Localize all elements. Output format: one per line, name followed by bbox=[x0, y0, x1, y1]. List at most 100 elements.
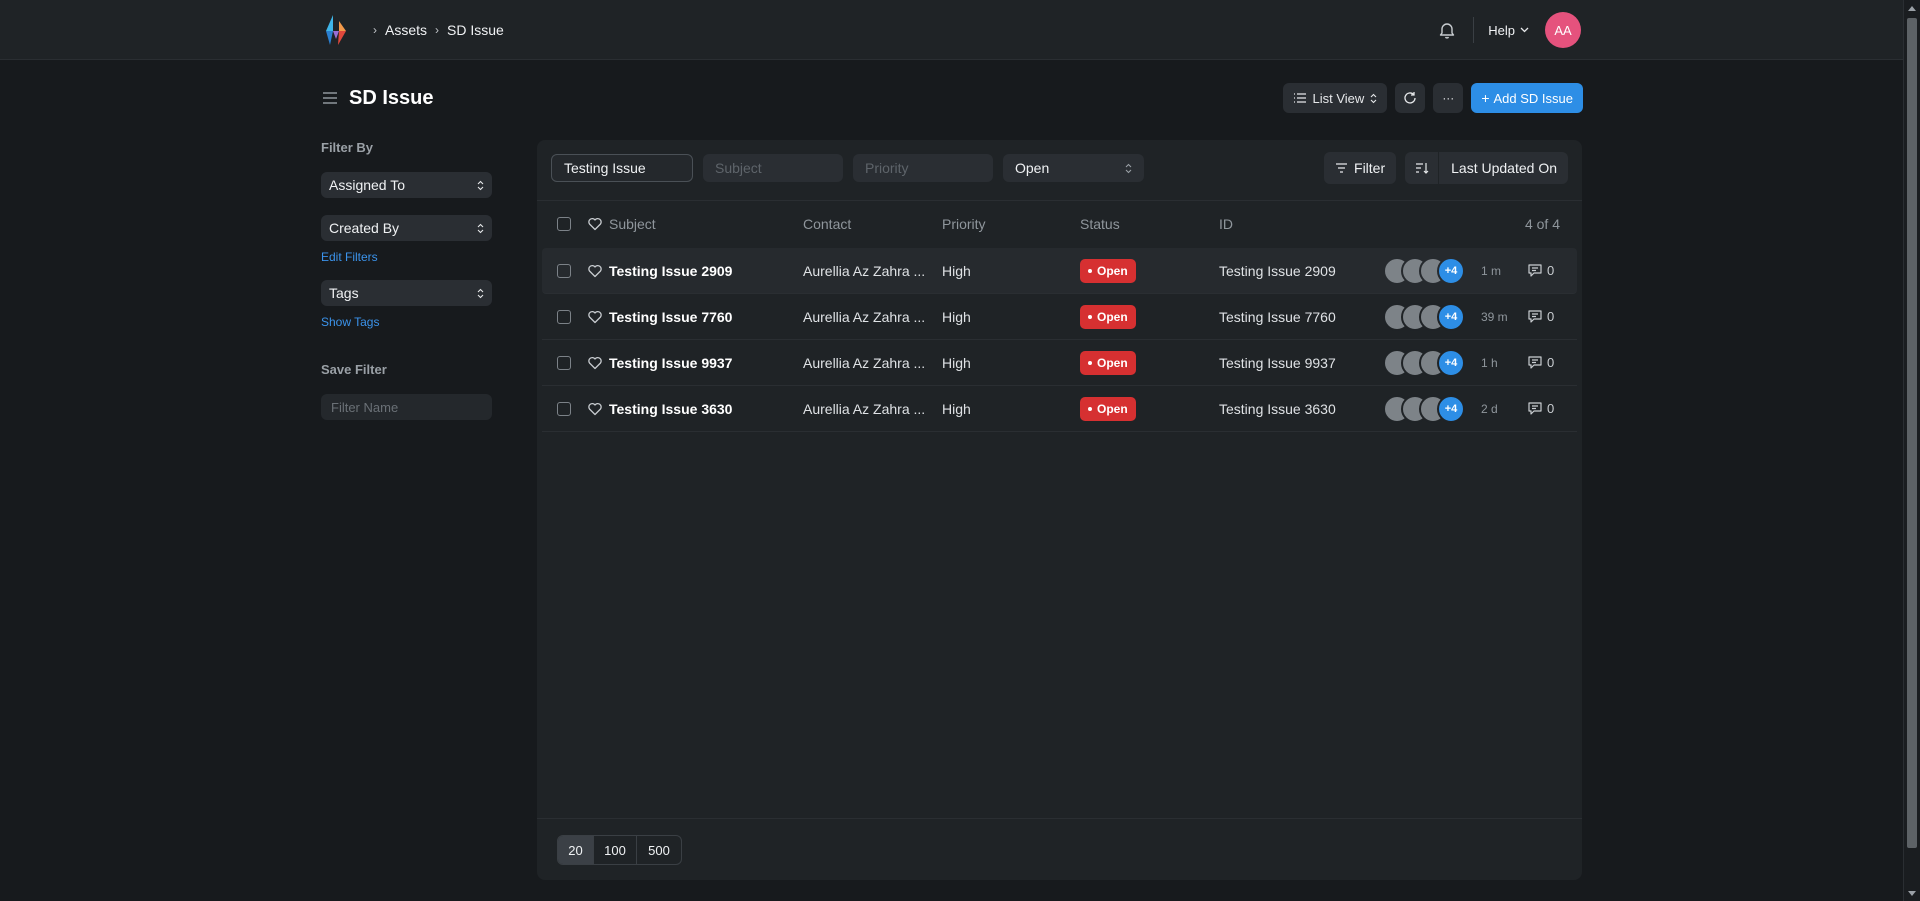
filter-name-input[interactable] bbox=[321, 394, 492, 420]
checkbox-icon bbox=[557, 309, 571, 324]
scroll-down-arrow-icon[interactable] bbox=[1904, 885, 1920, 901]
tags-select[interactable]: Tags bbox=[321, 280, 492, 306]
status-badge: Open bbox=[1080, 350, 1136, 375]
divider bbox=[537, 200, 1582, 201]
comment-count[interactable]: 0 bbox=[1528, 401, 1554, 416]
more-assignees-badge: +4 bbox=[1437, 302, 1465, 331]
row-modified-time: 1 m bbox=[1481, 263, 1502, 278]
comment-count[interactable]: 0 bbox=[1528, 263, 1554, 278]
sort-direction-button[interactable] bbox=[1405, 152, 1440, 184]
status-open-badge: Open bbox=[1080, 304, 1136, 329]
assignee-avatars[interactable]: +4 bbox=[1383, 394, 1465, 423]
checkbox-icon bbox=[557, 355, 571, 370]
filter-row-right: Filter Last Updated On bbox=[1324, 152, 1568, 184]
reload-button[interactable] bbox=[1395, 83, 1426, 113]
select-caret-icon bbox=[477, 288, 484, 298]
status-badge: Open bbox=[1080, 396, 1136, 421]
created-by-select[interactable]: Created By bbox=[321, 215, 492, 241]
status-dot-icon bbox=[1088, 406, 1092, 411]
heart-icon[interactable] bbox=[587, 216, 603, 232]
heart-icon[interactable] bbox=[587, 355, 603, 371]
created-by-label: Created By bbox=[329, 220, 400, 236]
heart-icon[interactable] bbox=[587, 309, 603, 325]
comment-icon bbox=[1528, 402, 1542, 415]
nav-divider bbox=[1473, 17, 1475, 43]
row-subject[interactable]: Testing Issue 9937 bbox=[609, 355, 732, 371]
checkbox-icon bbox=[557, 401, 571, 416]
table-row[interactable]: Testing Issue 2909 Aurellia Az Zahra ...… bbox=[542, 248, 1577, 294]
table-header: Subject Contact Priority Status ID 4 of … bbox=[537, 202, 1582, 246]
row-subject[interactable]: Testing Issue 7760 bbox=[609, 309, 732, 325]
subject-filter-input[interactable] bbox=[703, 154, 843, 182]
status-dot-icon bbox=[1088, 268, 1092, 273]
row-checkbox[interactable] bbox=[557, 401, 571, 416]
heart-icon[interactable] bbox=[587, 401, 603, 417]
sidebar-toggle-icon[interactable] bbox=[321, 89, 339, 107]
priority-filter-input[interactable] bbox=[853, 154, 993, 182]
table-row[interactable]: Testing Issue 7760 Aurellia Az Zahra ...… bbox=[542, 294, 1577, 340]
sidebar: Filter By Assigned To Created By Edit Fi… bbox=[321, 140, 493, 420]
add-sd-issue-button[interactable]: + Add SD Issue bbox=[1471, 83, 1583, 113]
page-size-20-button[interactable]: 20 bbox=[558, 836, 594, 864]
heart-icon[interactable] bbox=[587, 263, 603, 279]
select-all-checkbox[interactable] bbox=[557, 217, 571, 231]
comment-count[interactable]: 0 bbox=[1528, 355, 1554, 370]
edit-filters-link[interactable]: Edit Filters bbox=[321, 250, 493, 264]
assignee-avatars[interactable]: +4 bbox=[1383, 256, 1465, 285]
page-size-100-button[interactable]: 100 bbox=[594, 836, 637, 864]
page-size-500-button[interactable]: 500 bbox=[637, 836, 681, 864]
filter-row: Open Filter Last Updated On bbox=[551, 152, 1568, 184]
navbar-inner: › Assets › SD Issue Help AA bbox=[321, 0, 1581, 60]
select-caret-icon bbox=[477, 223, 484, 233]
scroll-up-arrow-icon[interactable] bbox=[1904, 0, 1920, 16]
row-priority: High bbox=[942, 308, 971, 325]
notification-bell-icon[interactable] bbox=[1437, 20, 1457, 40]
table-row[interactable]: Testing Issue 3630 Aurellia Az Zahra ...… bbox=[542, 386, 1577, 432]
row-checkbox[interactable] bbox=[557, 309, 571, 324]
comment-icon bbox=[1528, 310, 1542, 323]
status-filter-select[interactable]: Open bbox=[1003, 154, 1144, 182]
row-priority: High bbox=[942, 354, 971, 371]
status-filter-value: Open bbox=[1015, 160, 1050, 176]
table-row[interactable]: Testing Issue 9937 Aurellia Az Zahra ...… bbox=[542, 340, 1577, 386]
row-contact: Aurellia Az Zahra ... bbox=[803, 308, 926, 325]
row-modified-time: 1 h bbox=[1481, 355, 1498, 370]
filter-button[interactable]: Filter bbox=[1324, 152, 1397, 184]
page-actions: List View ··· + Add SD Issue bbox=[1282, 83, 1583, 113]
row-modified-time: 39 m bbox=[1481, 309, 1508, 324]
sort-field-button[interactable]: Last Updated On bbox=[1439, 160, 1568, 176]
save-filter-heading: Save Filter bbox=[321, 362, 387, 377]
breadcrumb-sd-issue[interactable]: SD Issue bbox=[447, 22, 504, 38]
assigned-to-select[interactable]: Assigned To bbox=[321, 172, 492, 198]
row-checkbox[interactable] bbox=[557, 355, 571, 370]
breadcrumb-assets[interactable]: Assets bbox=[385, 22, 427, 38]
page-length-selector: 20 100 500 bbox=[557, 835, 682, 865]
comment-count-value: 0 bbox=[1547, 309, 1555, 324]
list-view-button[interactable]: List View bbox=[1282, 83, 1388, 113]
help-dropdown[interactable]: Help bbox=[1488, 23, 1529, 38]
row-id: Testing Issue 2909 bbox=[1219, 262, 1336, 279]
chevron-right-icon: › bbox=[373, 23, 377, 37]
search-subject-input[interactable] bbox=[551, 154, 693, 182]
comment-count[interactable]: 0 bbox=[1528, 309, 1554, 324]
comment-icon bbox=[1528, 356, 1542, 369]
status-text: Open bbox=[1097, 263, 1128, 278]
plus-icon: + bbox=[1481, 90, 1490, 106]
list-icon bbox=[1293, 93, 1306, 103]
chevron-right-icon: › bbox=[435, 23, 440, 37]
row-checkbox[interactable] bbox=[557, 263, 571, 278]
app-logo-icon[interactable] bbox=[321, 13, 351, 47]
more-actions-button[interactable]: ··· bbox=[1433, 83, 1464, 113]
chevron-down-icon bbox=[1520, 27, 1529, 33]
row-subject[interactable]: Testing Issue 3630 bbox=[609, 401, 732, 417]
show-tags-link[interactable]: Show Tags bbox=[321, 315, 493, 329]
page-head: SD Issue List View ··· + Add SD Issue bbox=[321, 80, 1583, 116]
assignee-avatars[interactable]: +4 bbox=[1383, 348, 1465, 377]
user-avatar[interactable]: AA bbox=[1545, 12, 1581, 48]
assignee-avatars[interactable]: +4 bbox=[1383, 302, 1465, 331]
header-subject: Subject bbox=[609, 216, 656, 232]
footer-divider bbox=[537, 818, 1582, 819]
row-subject[interactable]: Testing Issue 2909 bbox=[609, 263, 732, 279]
scrollbar-thumb[interactable] bbox=[1907, 18, 1917, 848]
page-scrollbar[interactable] bbox=[1903, 0, 1920, 901]
